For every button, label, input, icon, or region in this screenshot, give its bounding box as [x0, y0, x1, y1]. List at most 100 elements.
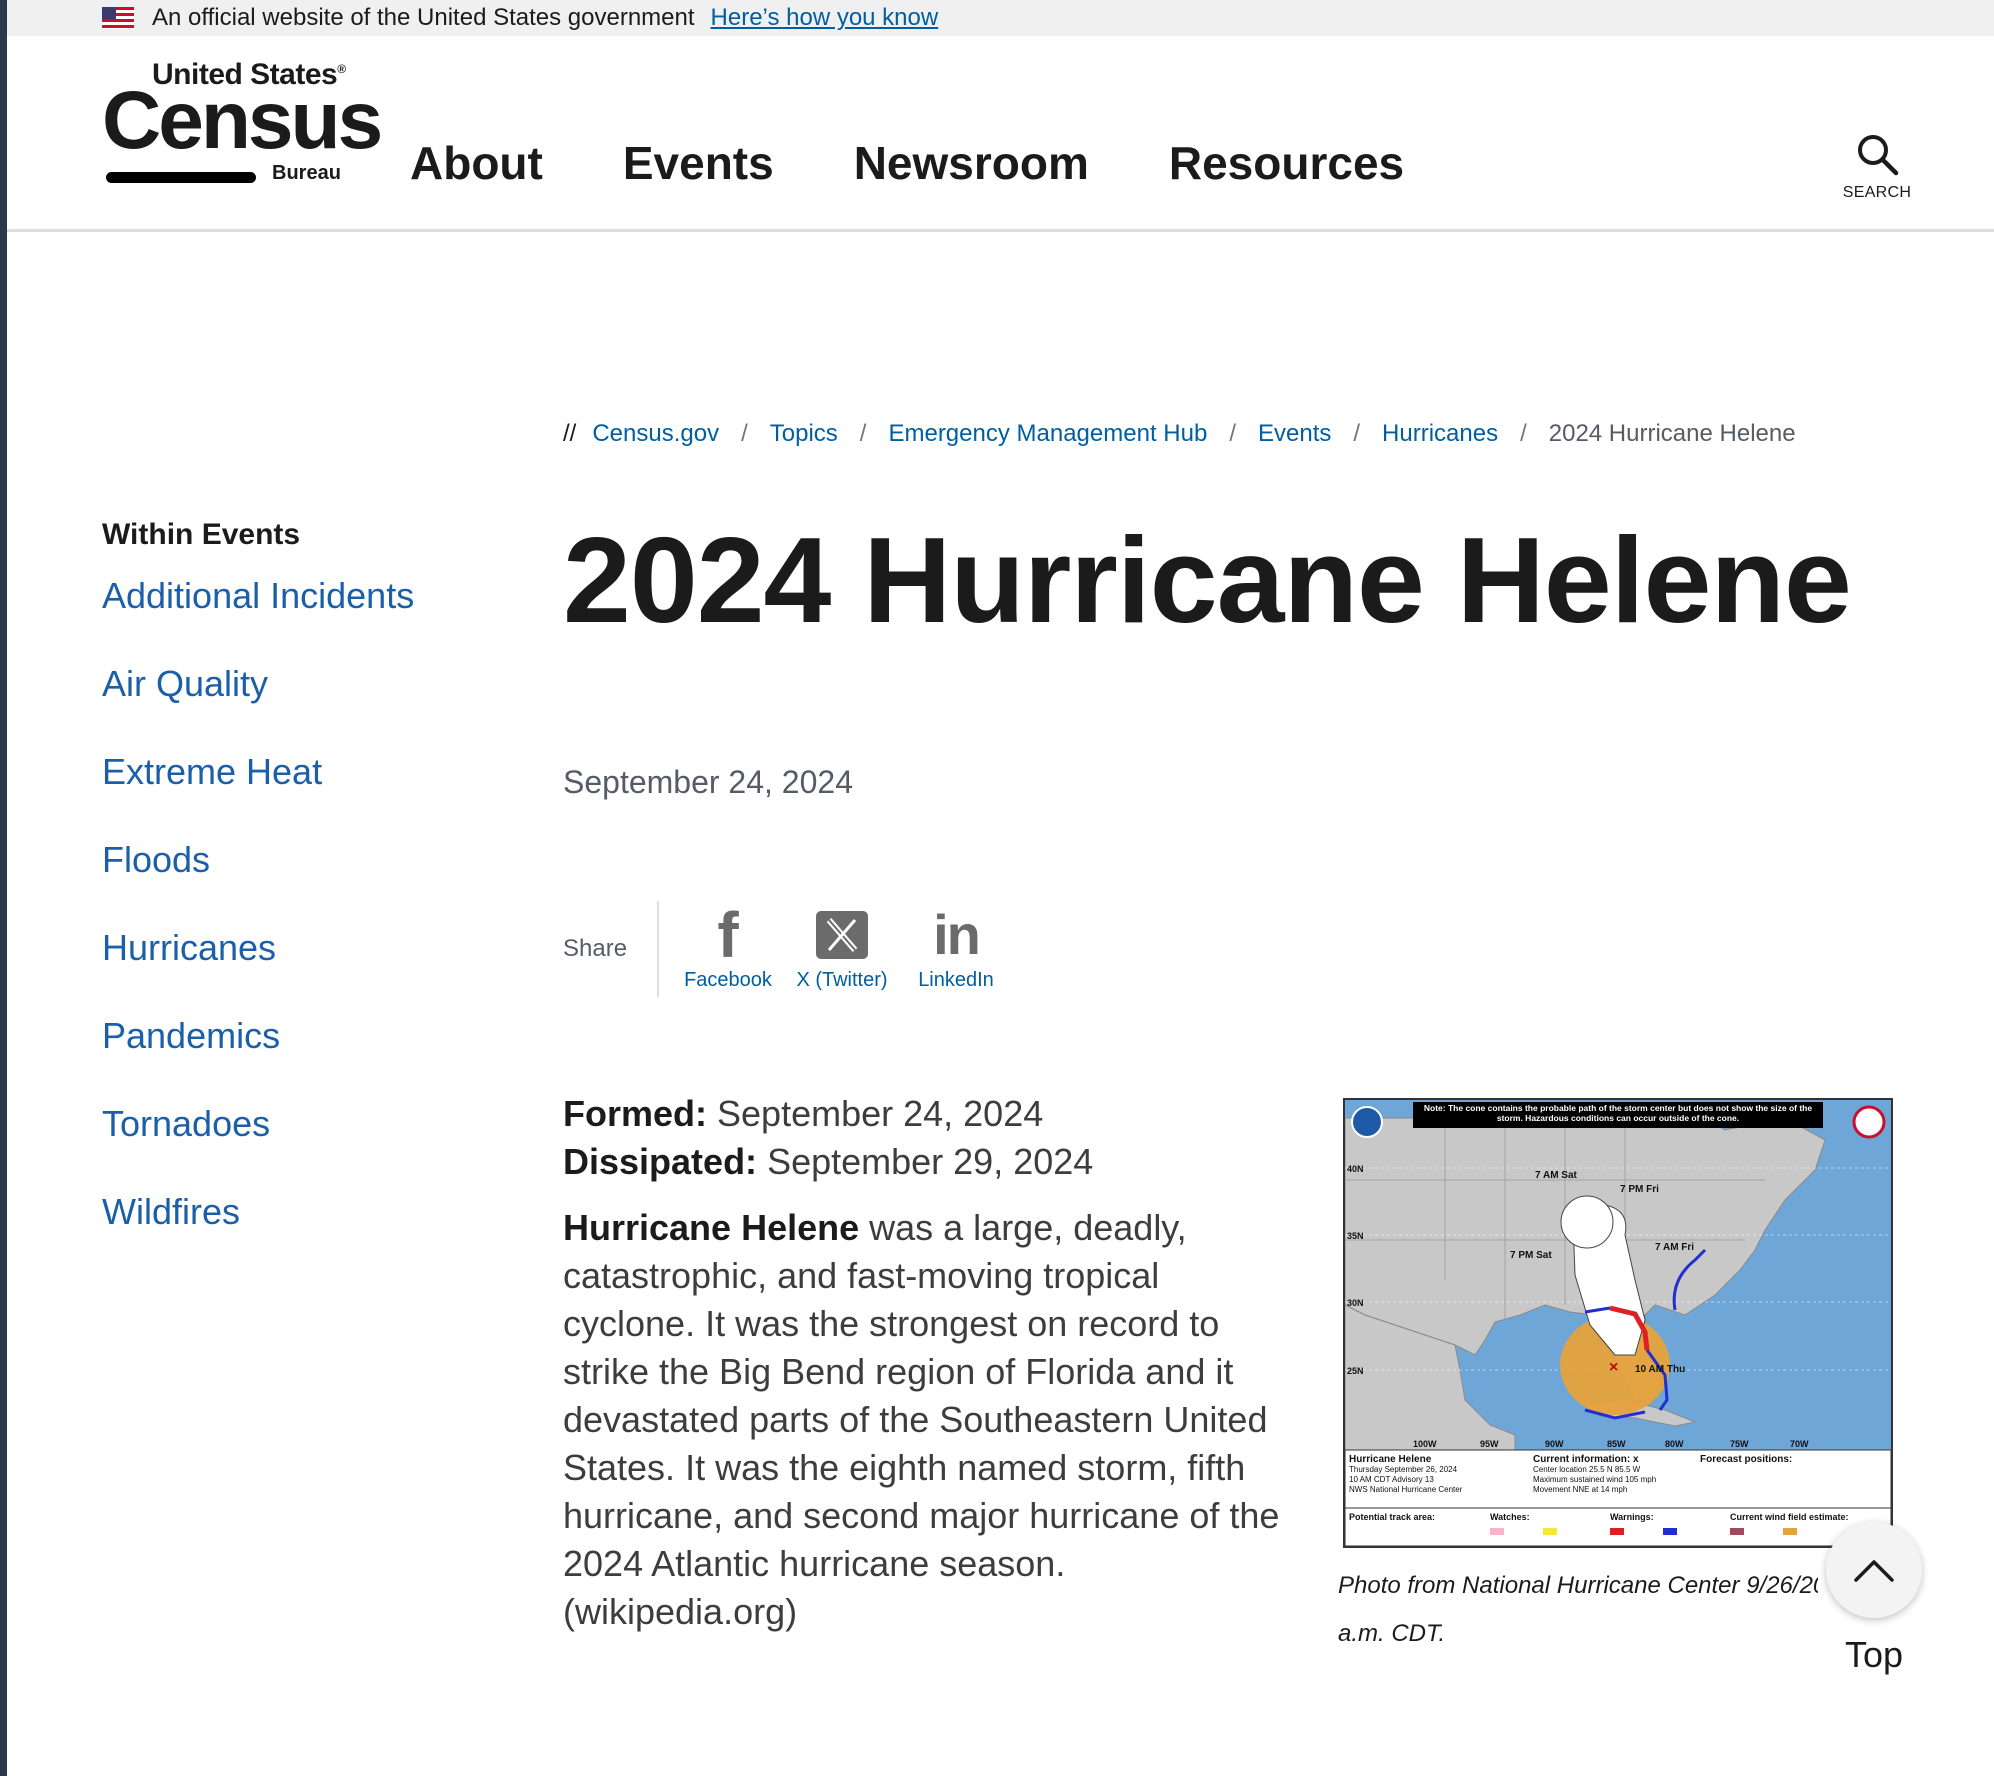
svg-text:7 AM Fri: 7 AM Fri — [1655, 1242, 1694, 1253]
dissipated-row: Dissipated: September 29, 2024 — [563, 1138, 1293, 1186]
sidebar-item-air-quality[interactable]: Air Quality — [102, 666, 522, 754]
x-twitter-icon — [816, 907, 868, 963]
sidebar-item-additional-incidents[interactable]: Additional Incidents — [102, 578, 522, 666]
svg-text:Hurricane Helene: Hurricane Helene — [1349, 1454, 1432, 1465]
formed-row: Formed: September 24, 2024 — [563, 1090, 1293, 1138]
svg-text:30N: 30N — [1347, 1298, 1364, 1308]
description-bold: Hurricane Helene — [563, 1207, 860, 1248]
svg-text:Maximum sustained wind 105 mph: Maximum sustained wind 105 mph — [1533, 1475, 1656, 1484]
svg-text:35N: 35N — [1347, 1231, 1364, 1241]
map-caption-line-1: Photo from National Hurricane Center 9/2… — [1338, 1572, 1818, 1599]
sidebar-item-hurricanes[interactable]: Hurricanes — [102, 930, 522, 1018]
svg-text:95W: 95W — [1480, 1439, 1499, 1449]
site-header: United States® Census Bureau About Event… — [7, 36, 1994, 232]
svg-text:Warnings:: Warnings: — [1610, 1512, 1654, 1522]
logo-bottom-line: Bureau — [272, 162, 341, 184]
svg-text:7 PM Sat: 7 PM Sat — [1510, 1250, 1552, 1261]
gov-banner: An official website of the United States… — [7, 0, 1994, 36]
sidebar: Within Events Additional Incidents Air Q… — [102, 518, 522, 1282]
breadcrumb-census-gov[interactable]: Census.gov — [592, 420, 719, 448]
nws-logo-icon — [1852, 1105, 1886, 1139]
us-flag-icon — [102, 7, 134, 29]
search-button[interactable]: SEARCH — [1837, 132, 1917, 202]
nav-item-resources[interactable]: Resources — [1169, 136, 1404, 190]
publish-date: September 24, 2024 — [563, 764, 853, 800]
sidebar-item-extreme-heat[interactable]: Extreme Heat — [102, 754, 522, 842]
map-note-text: Note: The cone contains the probable pat… — [1423, 1103, 1813, 1123]
svg-text:40N: 40N — [1347, 1164, 1364, 1174]
sidebar-item-tornadoes[interactable]: Tornadoes — [102, 1106, 522, 1194]
breadcrumb-hurricanes[interactable]: Hurricanes — [1382, 420, 1498, 448]
svg-text:75W: 75W — [1730, 1439, 1749, 1449]
how-you-know-link[interactable]: Here’s how you know — [711, 4, 939, 32]
svg-text:25N: 25N — [1347, 1366, 1364, 1376]
storm-description: Hurricane Helene was a large, deadly, ca… — [563, 1204, 1293, 1636]
search-icon — [1858, 135, 1899, 176]
svg-text:Movement NNE at 14 mph: Movement NNE at 14 mph — [1533, 1485, 1627, 1494]
share-divider — [657, 901, 659, 997]
facebook-icon: f — [717, 898, 739, 971]
dissipated-label: Dissipated: — [563, 1141, 758, 1182]
linkedin-icon: in — [933, 902, 981, 966]
storm-facts: Formed: September 24, 2024 Dissipated: S… — [563, 1090, 1293, 1186]
svg-text:7 PM Fri: 7 PM Fri — [1620, 1184, 1659, 1195]
svg-text:Watches:: Watches: — [1490, 1512, 1530, 1522]
svg-text:80W: 80W — [1665, 1439, 1684, 1449]
svg-text:70W: 70W — [1790, 1439, 1809, 1449]
breadcrumb-current: 2024 Hurricane Helene — [1548, 420, 1796, 447]
svg-text:NWS National Hurricane Center: NWS National Hurricane Center — [1349, 1485, 1463, 1494]
svg-text:90W: 90W — [1545, 1439, 1564, 1449]
sidebar-item-pandemics[interactable]: Pandemics — [102, 1018, 522, 1106]
gov-banner-text: An official website of the United States… — [152, 4, 695, 31]
breadcrumb-topics[interactable]: Topics — [770, 420, 838, 448]
svg-text:Forecast positions:: Forecast positions: — [1700, 1454, 1792, 1465]
breadcrumb-separator: / — [1353, 420, 1361, 447]
formed-label: Formed: — [563, 1093, 707, 1134]
map-caption-line-2: a.m. CDT. — [1338, 1620, 1446, 1647]
nav-item-events[interactable]: Events — [623, 136, 774, 190]
svg-text:10 AM Thu: 10 AM Thu — [1635, 1364, 1685, 1375]
logo-word: Census — [102, 75, 383, 166]
svg-text:Current wind field estimate:: Current wind field estimate: — [1730, 1512, 1849, 1522]
svg-text:Current information: x: Current information: x — [1533, 1454, 1639, 1465]
svg-text:Potential track area:: Potential track area: — [1349, 1512, 1435, 1522]
breadcrumb-prefix: // — [563, 420, 577, 447]
svg-text:10 AM CDT Advisory 13: 10 AM CDT Advisory 13 — [1349, 1475, 1434, 1484]
breadcrumb-events[interactable]: Events — [1258, 420, 1331, 448]
page-title: 2024 Hurricane Helene — [563, 512, 1852, 648]
hurricane-forecast-map: × Note: The cone contains the probable p… — [1343, 1098, 1893, 1548]
breadcrumb-separator: / — [859, 420, 867, 447]
census-logo[interactable]: United States® Census Bureau — [102, 58, 383, 198]
svg-text:Thursday September 26, 2024: Thursday September 26, 2024 — [1349, 1465, 1458, 1474]
share-linkedin-button[interactable]: in LinkedIn — [899, 902, 1013, 992]
share-twitter-button[interactable]: X (Twitter) — [785, 907, 899, 992]
map-storm-center-icon: × — [1609, 1359, 1618, 1376]
back-to-top-label[interactable]: Top — [1826, 1634, 1922, 1676]
dissipated-value: September 29, 2024 — [767, 1141, 1094, 1182]
description-text: was a large, deadly, catastrophic, and f… — [563, 1207, 1280, 1632]
breadcrumb-separator: / — [1520, 420, 1527, 447]
noaa-logo-icon — [1351, 1106, 1383, 1138]
breadcrumb-emergency-hub[interactable]: Emergency Management Hub — [888, 420, 1207, 448]
back-to-top-button[interactable] — [1826, 1522, 1922, 1618]
share-bar: Share f Facebook X (Twitter) in LinkedIn — [563, 900, 1013, 998]
sidebar-heading: Within Events — [102, 518, 301, 551]
share-facebook-button[interactable]: f Facebook — [671, 898, 785, 992]
sidebar-item-floods[interactable]: Floods — [102, 842, 522, 930]
search-label: SEARCH — [1842, 184, 1912, 201]
svg-text:7 AM Sat: 7 AM Sat — [1535, 1170, 1578, 1181]
main-nav: About Events Newsroom Resources — [410, 136, 1484, 190]
share-label: Share — [563, 935, 628, 962]
breadcrumb-separator: / — [741, 420, 748, 447]
share-facebook-label: Facebook — [684, 968, 772, 991]
breadcrumb: // Census.gov / Topics / Emergency Manag… — [563, 420, 1796, 448]
share-linkedin-label: LinkedIn — [918, 968, 994, 991]
formed-value: September 24, 2024 — [717, 1093, 1044, 1134]
breadcrumb-separator: / — [1229, 420, 1236, 447]
map-cone-end — [1560, 1195, 1614, 1249]
sidebar-item-wildfires[interactable]: Wildfires — [102, 1194, 522, 1282]
nav-item-newsroom[interactable]: Newsroom — [854, 136, 1089, 190]
svg-text:Center location 25.5 N 85.5 W: Center location 25.5 N 85.5 W — [1533, 1465, 1641, 1474]
logo-underline — [106, 172, 256, 183]
nav-item-about[interactable]: About — [410, 136, 543, 190]
